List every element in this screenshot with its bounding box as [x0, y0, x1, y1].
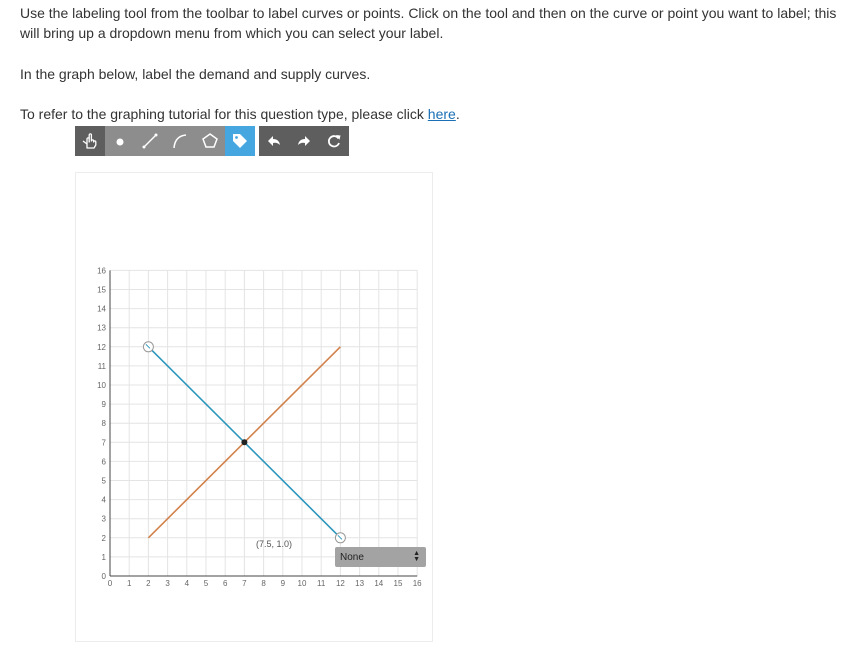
- reset-button[interactable]: [319, 126, 349, 156]
- y-tick-label: 13: [97, 324, 106, 333]
- y-tick-label: 11: [98, 362, 107, 371]
- x-tick-label: 7: [242, 579, 247, 588]
- x-tick-label: 13: [355, 579, 364, 588]
- y-tick-label: 9: [102, 400, 107, 409]
- point-icon: [116, 138, 124, 146]
- label-dropdown[interactable]: None ▲ ▼: [335, 547, 426, 567]
- pentagon-icon: [202, 133, 218, 148]
- x-tick-label: 4: [185, 579, 190, 588]
- x-tick-label: 14: [374, 579, 383, 588]
- x-tick-label: 0: [108, 579, 113, 588]
- history-tools: [259, 126, 349, 156]
- x-tick-label: 10: [298, 579, 307, 588]
- undo-arrow-icon: [268, 136, 280, 146]
- hand-pointer-icon: [82, 133, 97, 149]
- x-tick-label: 16: [413, 579, 422, 588]
- line-tool-button[interactable]: [135, 126, 165, 156]
- dropdown-arrows-icon: ▲ ▼: [413, 550, 420, 563]
- curve-icon: [173, 134, 187, 149]
- tutorial-link[interactable]: here: [428, 106, 456, 122]
- x-tick-label: 2: [146, 579, 151, 588]
- redo-arrow-icon: [298, 136, 310, 146]
- instruction-text: Use the labeling tool from the toolbar t…: [20, 5, 837, 41]
- label-tool-button[interactable]: [225, 126, 255, 156]
- undo-button[interactable]: [259, 126, 289, 156]
- y-tick-label: 0: [102, 572, 107, 581]
- x-tick-label: 12: [336, 579, 345, 588]
- drawing-tools: [75, 126, 255, 156]
- polygon-tool-button[interactable]: [195, 126, 225, 156]
- y-tick-label: 3: [102, 515, 107, 524]
- coordinate-readout: (7.5, 1.0): [256, 539, 293, 549]
- redo-button[interactable]: [289, 126, 319, 156]
- tag-icon: [233, 134, 247, 148]
- y-tick-label: 16: [97, 266, 106, 275]
- y-tick-label: 7: [102, 438, 107, 447]
- graph-panel: 0 1 2 3 4 5 6 7 8 9 10 11 12 13 14 15 16 0 1 2 3 4 5 6 7 8 9 10 11 12…: [75, 172, 433, 642]
- graph-toolbar: [75, 126, 353, 156]
- x-tick-label: 1: [127, 579, 132, 588]
- refresh-icon: [328, 135, 341, 148]
- y-tick-label: 14: [97, 305, 106, 314]
- curve-tool-button[interactable]: [165, 126, 195, 156]
- question-prompt: In the graph below, label the demand and…: [20, 66, 371, 82]
- line-icon: [142, 133, 158, 149]
- x-tick-label: 8: [261, 579, 266, 588]
- y-tick-label: 8: [102, 419, 107, 428]
- x-tick-label: 11: [317, 579, 326, 588]
- x-tick-label: 15: [394, 579, 403, 588]
- tutorial-note: To refer to the graphing tutorial for th…: [20, 106, 460, 122]
- x-tick-label: 3: [165, 579, 170, 588]
- pointer-tool-button[interactable]: [75, 126, 105, 156]
- y-tick-label: 1: [102, 553, 107, 562]
- y-tick-label: 15: [97, 286, 106, 295]
- y-tick-label: 10: [97, 381, 106, 390]
- y-tick-label: 6: [102, 457, 107, 466]
- x-tick-label: 6: [223, 579, 228, 588]
- intersection-point: [241, 439, 248, 446]
- label-dropdown-value: None: [340, 551, 364, 563]
- point-tool-button[interactable]: [105, 126, 135, 156]
- y-tick-label: 12: [97, 343, 106, 352]
- x-tick-label: 5: [204, 579, 209, 588]
- y-tick-label: 5: [102, 477, 107, 486]
- graph-canvas[interactable]: 0 1 2 3 4 5 6 7 8 9 10 11 12 13 14 15 160123456789101112…: [76, 173, 434, 643]
- y-tick-label: 4: [102, 496, 107, 505]
- x-tick-label: 9: [281, 579, 286, 588]
- y-tick-label: 2: [102, 534, 107, 543]
